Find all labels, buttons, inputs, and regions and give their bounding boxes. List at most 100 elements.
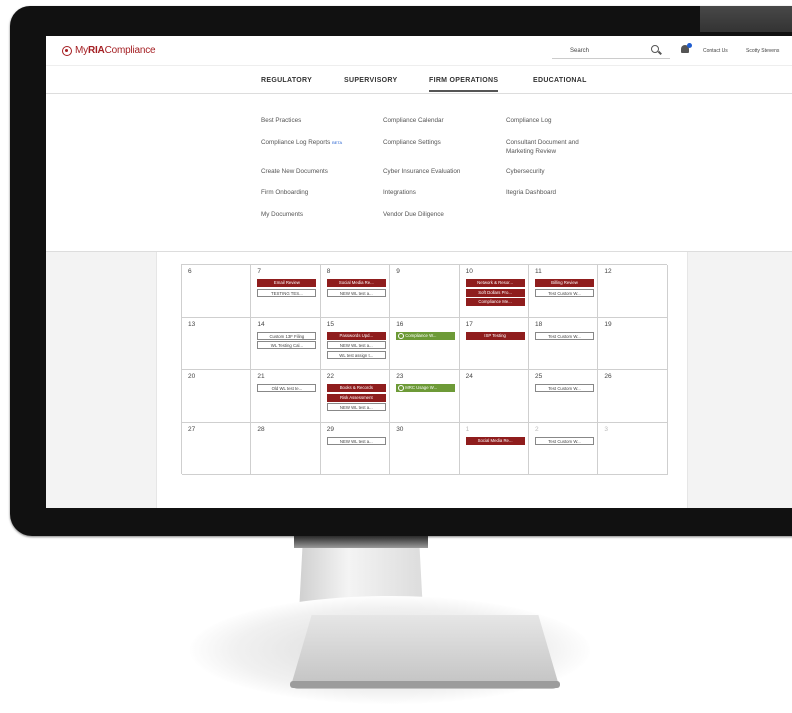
calendar-day-cell[interactable]: 8 Social Media Re... NEW WL test a... xyxy=(320,265,391,318)
menu-compliance-log-reports[interactable]: Compliance Log Reports BETA xyxy=(261,138,357,147)
calendar-event[interactable]: Compliance W... xyxy=(396,331,456,340)
day-number: 19 xyxy=(604,320,612,328)
calendar-event[interactable]: Compliance Me... xyxy=(465,298,525,306)
calendar-event[interactable]: MRC Usage W... xyxy=(396,384,456,392)
calendar-event[interactable]: Test Custom W... xyxy=(535,288,594,297)
calendar-event[interactable]: Custom 13F Filing xyxy=(257,331,317,340)
day-number: 14 xyxy=(257,320,265,328)
calendar-event[interactable]: NEW WL test a... xyxy=(326,403,386,411)
calendar-event[interactable]: Billing Review xyxy=(535,279,594,287)
calendar-day-cell[interactable]: 9 xyxy=(390,265,460,318)
beta-badge: BETA xyxy=(332,140,343,145)
calendar-event[interactable]: Test Custom W... xyxy=(535,331,594,340)
calendar-event[interactable]: Network & Resor... xyxy=(465,279,525,287)
day-number: 11 xyxy=(535,268,542,275)
calendar-event[interactable]: TESTING TES... xyxy=(257,288,317,297)
calendar-day-cell[interactable]: 13 xyxy=(182,317,252,370)
menu-compliance-log[interactable]: Compliance Log xyxy=(506,116,602,125)
calendar-event[interactable]: NEW WL test a... xyxy=(326,341,386,349)
logo-icon xyxy=(62,45,72,56)
day-number: 24 xyxy=(465,373,473,380)
user-menu[interactable]: Scotty Stevens xyxy=(746,48,779,54)
day-number: 21 xyxy=(257,373,265,380)
day-number: 17 xyxy=(465,320,473,328)
calendar-event[interactable]: WL test assign t... xyxy=(326,350,386,359)
calendar-day-cell[interactable]: 29 NEW WL test a... xyxy=(320,422,391,475)
menu-best-practices[interactable]: Best Practices xyxy=(261,116,357,125)
day-number: 12 xyxy=(604,268,612,275)
day-number: 29 xyxy=(326,425,335,433)
menu-cyber-insurance-evaluation[interactable]: Cyber Insurance Evaluation xyxy=(383,167,479,176)
calendar-day-cell[interactable]: 21 Old WL test te... xyxy=(251,370,321,423)
day-number: 23 xyxy=(396,373,404,380)
search-icon[interactable] xyxy=(651,45,659,53)
calendar-day-cell[interactable]: 18 Test Custom W... xyxy=(529,317,599,370)
menu-my-documents[interactable]: My Documents xyxy=(261,210,357,219)
menu-itegria-dashboard[interactable]: Itegria Dashboard xyxy=(506,188,602,197)
calendar-day-cell[interactable]: 20 xyxy=(182,370,252,423)
calendar-event[interactable]: Passwords Upd... xyxy=(326,331,386,340)
day-number: 8 xyxy=(326,268,331,275)
calendar-event[interactable]: NEW WL test a... xyxy=(326,288,386,297)
calendar-event[interactable]: ISP Testing xyxy=(465,331,525,340)
menu-firm-onboarding[interactable]: Firm Onboarding xyxy=(261,188,357,197)
contact-us-link[interactable]: Contact Us xyxy=(703,48,728,54)
calendar-day-cell[interactable]: 24 xyxy=(459,370,529,423)
calendar-event[interactable]: Test Custom W... xyxy=(535,436,594,445)
calendar-event[interactable]: Soft Dollars Pro... xyxy=(465,288,525,297)
menu-consultant-document-review[interactable]: Consultant Document and Marketing Review xyxy=(506,138,606,156)
calendar-event[interactable]: NEW WL test a... xyxy=(326,436,386,445)
calendar-grid: 6 7 Email Review TESTING TES... 8 Social Medi… xyxy=(181,264,668,475)
calendar-event[interactable]: Social Media Re... xyxy=(465,436,525,445)
calendar-day-cell[interactable]: 6 xyxy=(182,265,252,318)
calendar-day-cell[interactable]: 15 Passwords Upd... NEW WL test a... WL tes… xyxy=(320,317,391,370)
menu-integrations[interactable]: Integrations xyxy=(383,188,479,197)
monitor-base-rim xyxy=(290,681,560,688)
menu-compliance-calendar[interactable]: Compliance Calendar xyxy=(383,116,479,125)
calendar-day-cell[interactable]: 16 Compliance W... xyxy=(390,317,460,370)
calendar-day-cell[interactable]: 10 Network & Resor... Soft Dollars Pro... C… xyxy=(459,265,529,318)
calendar-day-cell[interactable]: 1 Social Media Re... xyxy=(459,422,529,475)
menu-create-new-documents[interactable]: Create New Documents xyxy=(261,167,357,176)
brand-logo[interactable]: MyRIACompliance xyxy=(62,45,156,56)
search-label: Search xyxy=(570,48,590,54)
calendar-day-cell[interactable]: 12 xyxy=(598,265,668,318)
menu-compliance-log-reports-label: Compliance Log Reports xyxy=(261,139,331,146)
calendar-day-cell[interactable]: 28 xyxy=(251,422,321,475)
calendar-day-cell[interactable]: 30 xyxy=(390,422,460,475)
calendar-day-cell[interactable]: 3 xyxy=(598,422,668,475)
calendar-event[interactable]: Test Custom W... xyxy=(535,384,594,392)
calendar-day-cell[interactable]: 17 ISP Testing xyxy=(459,317,529,370)
nav-supervisory[interactable]: SUPERVISORY xyxy=(344,77,397,84)
monitor-base xyxy=(290,615,560,689)
calendar-event[interactable]: Risk Assessment xyxy=(326,393,386,402)
menu-compliance-settings[interactable]: Compliance Settings xyxy=(383,138,479,147)
calendar-day-cell[interactable]: 25 Test Custom W... xyxy=(529,370,599,423)
day-number: 13 xyxy=(188,320,196,328)
day-number: 30 xyxy=(396,425,404,433)
calendar-panel: 6 7 Email Review TESTING TES... 8 Social Medi… xyxy=(156,252,688,508)
calendar-day-cell[interactable]: 23 MRC Usage W... xyxy=(390,370,460,423)
menu-cybersecurity[interactable]: Cybersecurity xyxy=(506,167,602,176)
calendar-day-cell[interactable]: 27 xyxy=(182,422,252,475)
calendar-day-cell[interactable]: 14 Custom 13F Filing WL Testing Cal... xyxy=(251,317,321,370)
nav-regulatory[interactable]: REGULATORY xyxy=(261,77,312,84)
calendar-event[interactable]: Books & Records xyxy=(326,384,386,392)
product-mockup: MyRIACompliance Search Contact Us Scotty… xyxy=(0,0,792,713)
calendar-event[interactable]: Old WL test te... xyxy=(257,384,317,392)
notification-badge xyxy=(687,43,692,48)
calendar-day-cell[interactable]: 7 Email Review TESTING TES... xyxy=(251,265,321,318)
calendar-day-cell[interactable]: 22 Books & Records Risk Assessment NEW WL t… xyxy=(320,370,391,423)
calendar-event[interactable]: WL Testing Cal... xyxy=(257,341,317,349)
calendar-day-cell[interactable]: 26 xyxy=(598,370,668,423)
menu-vendor-due-diligence[interactable]: Vendor Due Diligence xyxy=(383,210,479,219)
day-number: 15 xyxy=(326,320,335,328)
nav-educational[interactable]: EDUCATIONAL xyxy=(533,77,587,84)
calendar-day-cell[interactable]: 19 xyxy=(598,317,668,370)
calendar-day-cell[interactable]: 2 Test Custom W... xyxy=(529,422,599,475)
calendar-event[interactable]: Social Media Re... xyxy=(326,279,386,287)
calendar-event[interactable]: Email Review xyxy=(257,279,317,287)
day-number: 9 xyxy=(396,268,400,275)
nav-firm-operations[interactable]: FIRM OPERATIONS xyxy=(429,77,499,92)
calendar-day-cell[interactable]: 11 Billing Review Test Custom W... xyxy=(529,265,599,318)
